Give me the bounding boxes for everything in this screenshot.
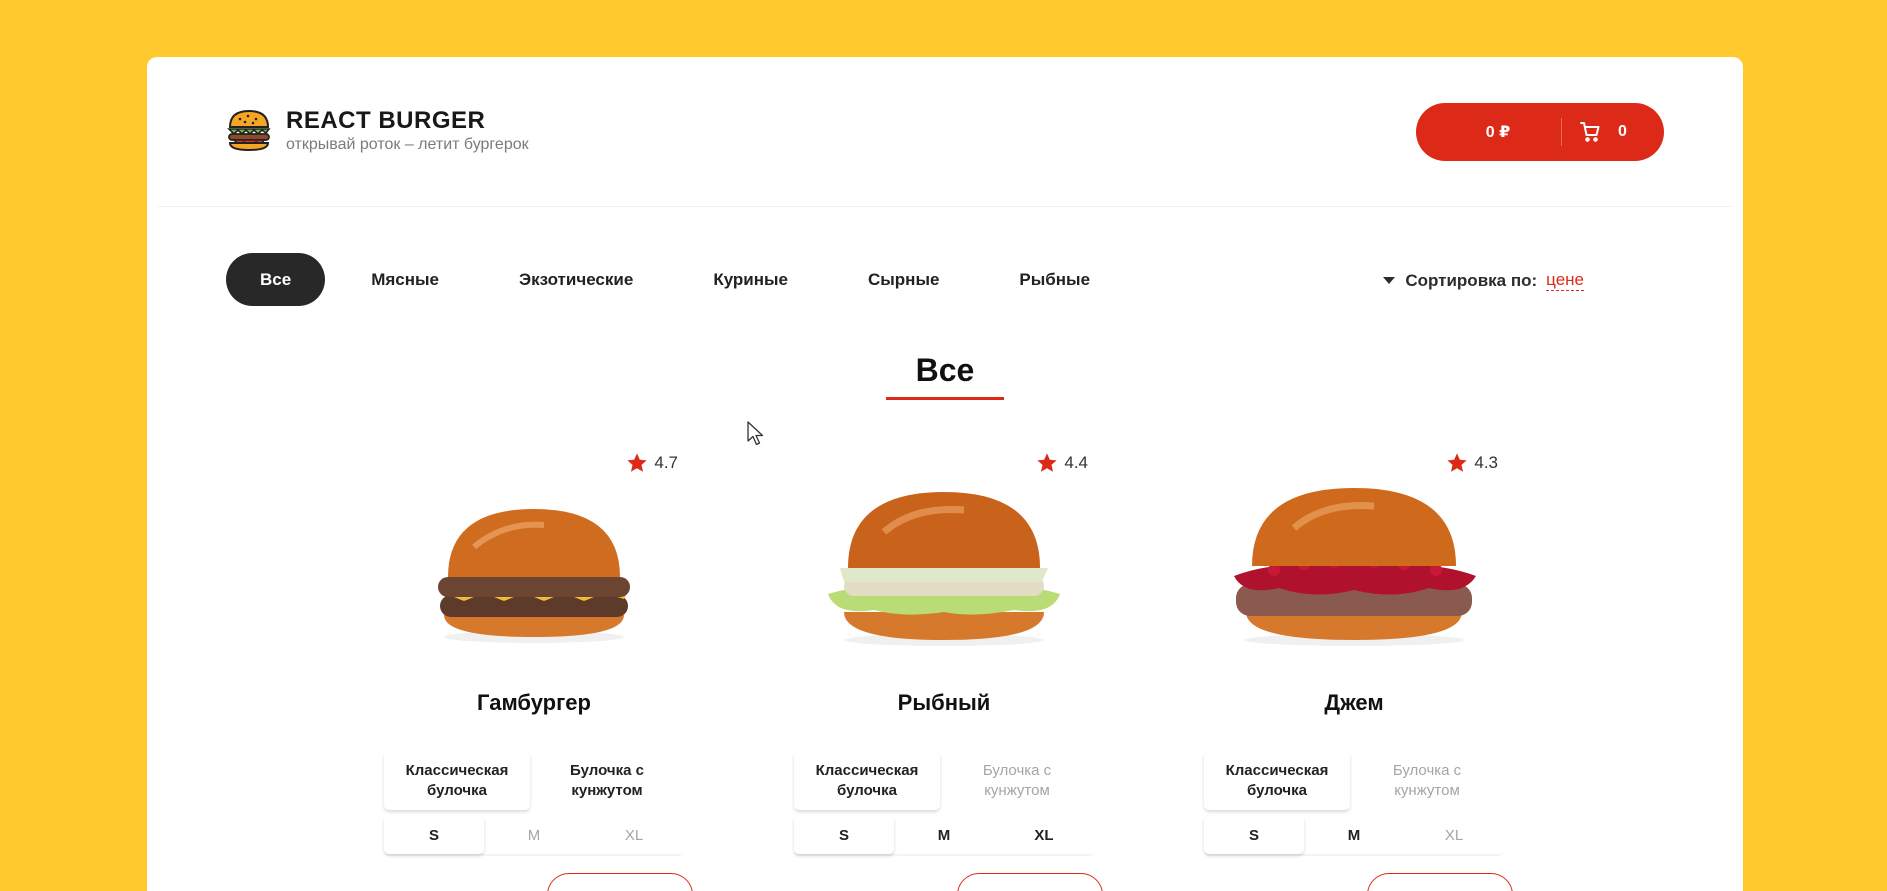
cart-icon xyxy=(1580,122,1600,142)
rating-value: 4.3 xyxy=(1474,453,1498,472)
product-options: Классическая булочка Булочка с кунжутом … xyxy=(794,752,1094,856)
cart-button[interactable]: 0 ₽ 0 xyxy=(1416,103,1664,161)
star-icon xyxy=(627,453,647,472)
product-image-hamburger[interactable] xyxy=(384,472,684,652)
cart-count: 0 xyxy=(1618,123,1627,140)
category-list: Все Мясные Экзотические Куриные Сырные Р… xyxy=(226,253,1136,306)
logo-title: REACT BURGER xyxy=(286,107,486,134)
product-options: Классическая булочка Булочка с кунжутом … xyxy=(384,752,684,856)
bun-option-classic[interactable]: Классическая булочка xyxy=(384,752,530,810)
product-image-fish[interactable] xyxy=(794,472,1094,652)
sort-value[interactable]: цене xyxy=(1546,270,1584,291)
size-option-s[interactable]: S xyxy=(794,816,894,854)
size-option-s[interactable]: S xyxy=(384,816,484,854)
sort-label: Сортировка по: xyxy=(1405,270,1538,290)
burger-logo-icon xyxy=(226,107,272,153)
category-exotic[interactable]: Экзотические xyxy=(485,253,667,306)
product-title: Джем xyxy=(1324,690,1384,715)
star-icon xyxy=(1037,453,1057,472)
size-option-xl[interactable]: XL xyxy=(994,816,1094,854)
size-option-m[interactable]: M xyxy=(1304,816,1404,854)
bun-option-classic[interactable]: Классическая булочка xyxy=(1204,752,1350,810)
size-option-m[interactable]: M xyxy=(894,816,994,854)
add-to-cart-button[interactable] xyxy=(547,873,693,891)
section-title: Все xyxy=(147,352,1743,400)
size-option-s[interactable]: S xyxy=(1204,816,1304,854)
product-rating: 4.7 xyxy=(626,452,678,474)
category-cheese[interactable]: Сырные xyxy=(834,253,973,306)
category-meat[interactable]: Мясные xyxy=(337,253,473,306)
section-title-text: Все xyxy=(885,352,1005,400)
size-option-xl[interactable]: XL xyxy=(1404,816,1504,854)
product-rating: 4.3 xyxy=(1446,452,1498,474)
category-chicken[interactable]: Куриные xyxy=(679,253,822,306)
product-image-jam[interactable] xyxy=(1204,472,1504,652)
sort-arrow-icon[interactable] xyxy=(1383,277,1396,284)
cart-divider xyxy=(1561,118,1563,146)
category-fish[interactable]: Рыбные xyxy=(985,253,1124,306)
size-option-xl[interactable]: XL xyxy=(584,816,684,854)
product-title: Гамбургер xyxy=(477,690,591,715)
add-to-cart-button[interactable] xyxy=(1367,873,1513,891)
category-all[interactable]: Все xyxy=(226,253,326,306)
bun-option-sesame[interactable]: Булочка с кунжутом xyxy=(1350,752,1504,810)
bun-option-sesame[interactable]: Булочка с кунжутом xyxy=(940,752,1094,810)
add-to-cart-button[interactable] xyxy=(957,873,1103,891)
sort-control: Сортировка по: цене xyxy=(1383,270,1584,291)
product-options: Классическая булочка Булочка с кунжутом … xyxy=(1204,752,1504,856)
logo[interactable]: REACT BURGER открывай роток – летит бург… xyxy=(226,107,529,154)
product-title: Рыбный xyxy=(897,690,991,715)
cart-total-price: 0 ₽ xyxy=(1485,124,1511,141)
size-option-m[interactable]: M xyxy=(484,816,584,854)
mouse-cursor-icon xyxy=(747,421,765,452)
logo-subtitle: открывай роток – летит бургерок xyxy=(286,136,529,153)
bun-option-classic[interactable]: Классическая булочка xyxy=(794,752,940,810)
rating-value: 4.4 xyxy=(1064,453,1088,472)
product-rating: 4.4 xyxy=(1036,452,1088,474)
rating-value: 4.7 xyxy=(654,453,678,472)
header: REACT BURGER открывай роток – летит бург… xyxy=(157,57,1733,207)
filter-bar: Все Мясные Экзотические Куриные Сырные Р… xyxy=(157,207,1733,327)
bun-option-sesame[interactable]: Булочка с кунжутом xyxy=(530,752,684,810)
star-icon xyxy=(1447,453,1467,472)
